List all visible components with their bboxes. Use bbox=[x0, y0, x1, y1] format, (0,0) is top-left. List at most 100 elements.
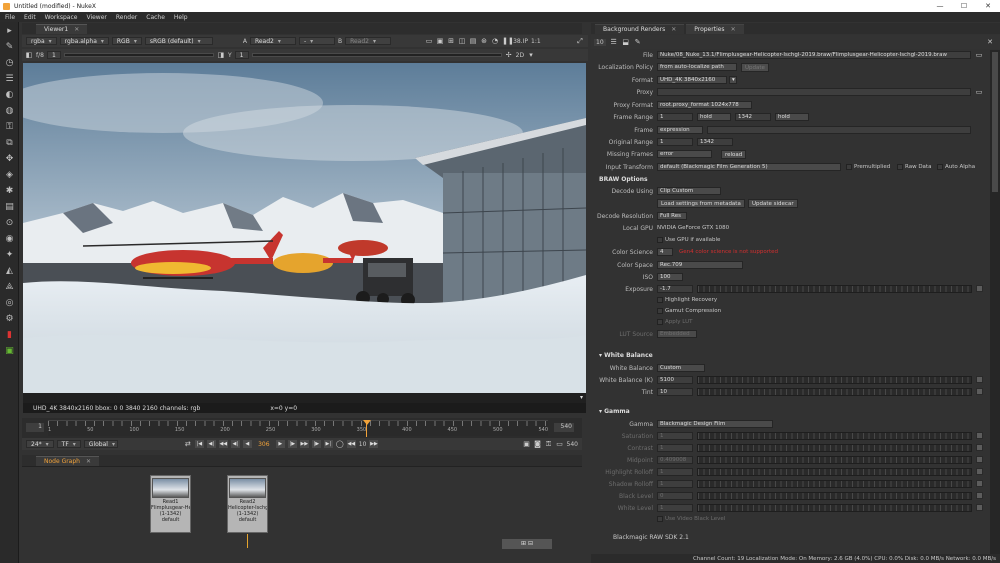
original-last-field[interactable]: 1342 bbox=[697, 138, 733, 146]
properties-scrollbar[interactable] bbox=[990, 50, 1000, 555]
clip-icon[interactable]: ▤ bbox=[469, 37, 477, 45]
paint-icon[interactable]: ✎ bbox=[4, 42, 15, 53]
display-channel-dropdown[interactable]: RGB ▾ bbox=[111, 37, 142, 45]
wb-kelvin-field[interactable]: 5100 bbox=[657, 376, 693, 384]
gear-icon[interactable]: ⚙ bbox=[4, 314, 15, 325]
gamma-slider[interactable] bbox=[251, 53, 502, 57]
float-panel-icon[interactable]: ⬓ bbox=[622, 38, 630, 46]
render-icon[interactable]: ◙ bbox=[534, 440, 542, 448]
exposure-slider[interactable] bbox=[697, 285, 972, 293]
pause-icon[interactable]: ❚❚ bbox=[502, 37, 514, 45]
refresh-icon[interactable]: ◔ bbox=[491, 37, 499, 45]
skip-forward-button[interactable]: ▶▶ bbox=[369, 440, 379, 448]
close-tab-icon[interactable]: ✕ bbox=[74, 26, 79, 33]
prev-keyframe-button[interactable]: ◀| bbox=[206, 440, 216, 448]
keyer-icon[interactable]: ⚿ bbox=[4, 122, 15, 133]
black-level-field[interactable]: 0 bbox=[657, 492, 693, 500]
load-settings-button[interactable]: Load settings from metadata bbox=[657, 199, 745, 208]
tab-viewer1[interactable]: Viewer1 ✕ bbox=[36, 23, 88, 34]
roi-icon[interactable]: ▭ bbox=[425, 37, 433, 45]
reload-button[interactable]: reload bbox=[721, 150, 747, 159]
frame-first-mode-dropdown[interactable]: hold bbox=[697, 113, 731, 121]
update-sidecar-button[interactable]: Update sidecar bbox=[748, 199, 798, 208]
stop-icon[interactable]: ◯ bbox=[336, 440, 344, 448]
format-dropdown[interactable]: UHD_4K 3840x2160 bbox=[657, 76, 727, 84]
cara-icon[interactable]: ⟁ bbox=[4, 282, 15, 293]
furnace-icon[interactable]: ✦ bbox=[4, 250, 15, 261]
node-graph-canvas[interactable]: Read1 Flimplusgear-Helicopter-Ischgl-201… bbox=[22, 466, 582, 554]
navigator-toggle[interactable]: ⊞ ⊟ bbox=[502, 539, 552, 549]
play-forward-button[interactable]: ▶ bbox=[275, 440, 285, 448]
use-gpu-checkbox[interactable] bbox=[657, 237, 663, 243]
maximize-button[interactable]: ☐ bbox=[952, 2, 976, 10]
tint-slider[interactable] bbox=[697, 388, 972, 396]
minimize-button[interactable]: — bbox=[928, 2, 952, 10]
play-back-button[interactable]: ◀ bbox=[242, 440, 252, 448]
wipe-operator-dropdown[interactable]: - ▾ bbox=[298, 37, 335, 45]
black-level-slider[interactable] bbox=[697, 492, 972, 500]
highlight-rolloff-animation-icon[interactable] bbox=[976, 468, 983, 475]
frame-first-field[interactable]: 1 bbox=[657, 113, 693, 121]
other-icon[interactable]: ◉ bbox=[4, 234, 15, 245]
gamma-dropdown[interactable]: Blackmagic Design Film bbox=[657, 420, 773, 428]
gamma-value[interactable]: 1 bbox=[234, 51, 249, 59]
gamut-compression-checkbox[interactable] bbox=[657, 308, 663, 314]
menu-workspace[interactable]: Workspace bbox=[45, 14, 78, 21]
wb-kelvin-slider[interactable] bbox=[697, 376, 972, 384]
merge-icon[interactable]: ⧉ bbox=[4, 138, 15, 149]
contrast-field[interactable]: 1 bbox=[657, 444, 693, 452]
input-transform-dropdown[interactable]: default (Blackmagic Film Generation 5) bbox=[657, 163, 841, 171]
contrast-animation-icon[interactable] bbox=[976, 444, 983, 451]
ocula-icon[interactable]: ◭ bbox=[4, 266, 15, 277]
metadata-icon[interactable]: ▤ bbox=[4, 202, 15, 213]
file-path-field[interactable]: Nuke/08_Nuke_13.1/Flimplusgear-Helicopte… bbox=[657, 51, 971, 59]
input-a-dropdown[interactable]: Read2 ▾ bbox=[249, 37, 296, 45]
input-b-dropdown[interactable]: Read2 ▾ bbox=[345, 37, 392, 45]
iso-dropdown[interactable]: 100 bbox=[657, 273, 683, 281]
tab-background-renders[interactable]: Background Renders ✕ bbox=[595, 23, 685, 34]
close-button[interactable]: ✕ bbox=[976, 2, 1000, 10]
proxy-format-dropdown[interactable]: root.proxy_format 1024x778 bbox=[657, 101, 752, 109]
viewer-canvas[interactable] bbox=[23, 63, 586, 393]
close-panel-icon[interactable]: ✕ bbox=[986, 38, 994, 46]
localization-policy-dropdown[interactable]: from auto-localize path bbox=[657, 63, 737, 71]
boris-icon[interactable]: ◎ bbox=[4, 298, 15, 309]
last-frame-button[interactable]: ▶| bbox=[323, 440, 333, 448]
forward-step-button[interactable]: ▶▶ bbox=[299, 440, 309, 448]
fstop-readout[interactable]: 38.IP bbox=[513, 38, 528, 45]
increment-value[interactable]: 10 bbox=[359, 441, 367, 448]
close-tab-icon[interactable]: ✕ bbox=[86, 458, 91, 465]
format-options-icon[interactable]: ▾ bbox=[729, 76, 737, 84]
skip-back-button[interactable]: ◀◀ bbox=[346, 440, 356, 448]
region-icon[interactable]: ▣ bbox=[436, 37, 444, 45]
timeline-start-field[interactable]: 1 bbox=[26, 423, 44, 432]
crosshair-icon[interactable]: ✢ bbox=[505, 51, 513, 59]
pencil-icon[interactable]: ✎ bbox=[634, 38, 642, 46]
lock-panel-icon[interactable]: ☰ bbox=[610, 38, 618, 46]
filter-icon[interactable]: ◍ bbox=[4, 106, 15, 117]
menu-render[interactable]: Render bbox=[116, 14, 137, 21]
localization-update-button[interactable]: Update bbox=[741, 63, 769, 72]
highlight-rolloff-slider[interactable] bbox=[697, 468, 972, 476]
max-panels-field[interactable]: 10 bbox=[594, 38, 606, 46]
loop-icon[interactable]: ⇄ bbox=[184, 440, 192, 448]
lock-icon[interactable]: ⚿ bbox=[545, 440, 553, 448]
tab-properties[interactable]: Properties ✕ bbox=[686, 23, 744, 34]
flipbook-icon[interactable]: ▣ bbox=[523, 440, 531, 448]
range-scope-dropdown[interactable]: Global ▾ bbox=[83, 440, 118, 448]
pointer-icon[interactable]: ▸ bbox=[4, 26, 15, 37]
alpha-channel-dropdown[interactable]: rgba.alpha ▾ bbox=[59, 37, 109, 45]
shadow-rolloff-animation-icon[interactable] bbox=[976, 480, 983, 487]
white-balance-section-header[interactable]: ▾ White Balance bbox=[599, 352, 653, 359]
channel-icon[interactable]: ☰ bbox=[4, 74, 15, 85]
read-node[interactable]: Read2 Helicopter-Ischgl-2019.braw (1-134… bbox=[227, 475, 268, 533]
contrast-slider[interactable] bbox=[697, 444, 972, 452]
white-level-field[interactable]: 1 bbox=[657, 504, 693, 512]
close-tab-icon[interactable]: ✕ bbox=[731, 26, 736, 33]
timeline-end-field[interactable]: 540 bbox=[554, 423, 574, 432]
premultiplied-checkbox[interactable] bbox=[846, 164, 852, 170]
apply-lut-checkbox[interactable] bbox=[657, 319, 663, 325]
decode-resolution-dropdown[interactable]: Full Res bbox=[657, 212, 687, 220]
frame-last-mode-dropdown[interactable]: hold bbox=[775, 113, 809, 121]
gain-value[interactable]: 1 bbox=[46, 51, 61, 59]
